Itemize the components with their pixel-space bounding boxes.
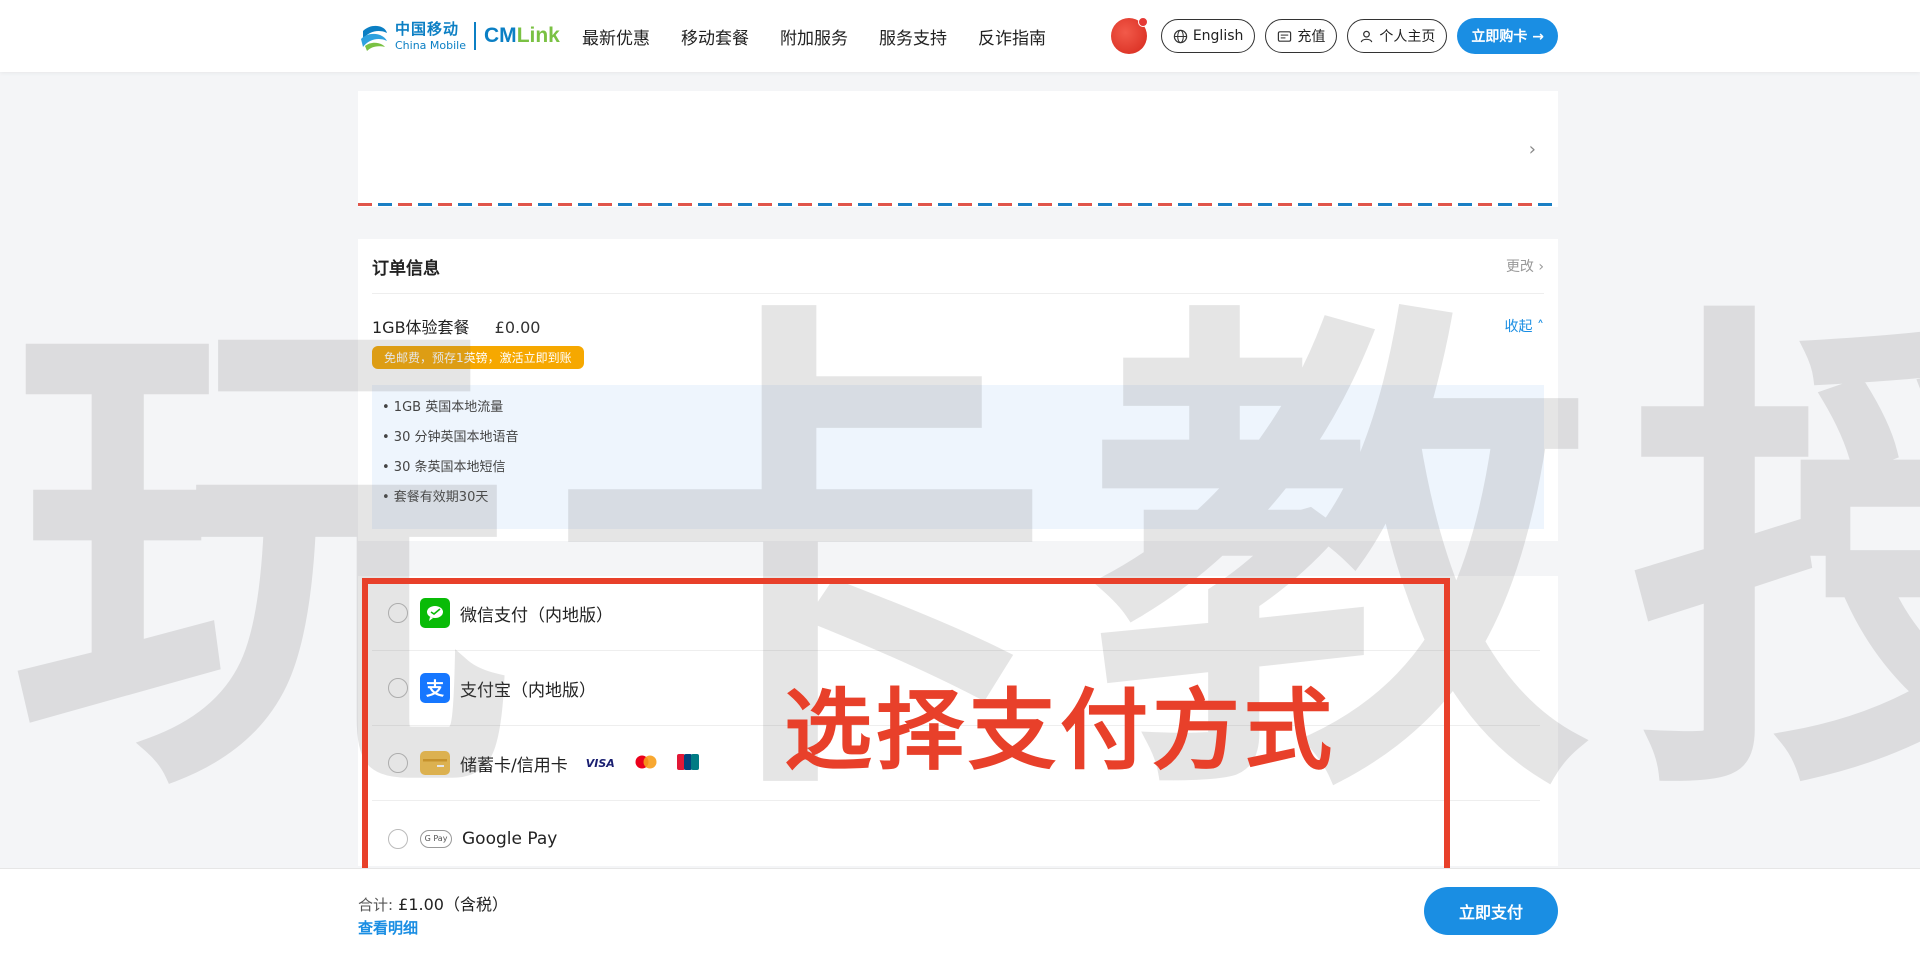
change-order-link[interactable]: 更改 › [1506,256,1544,276]
plan-name: 1GB体验套餐 [372,318,470,337]
chevron-up-icon: ˄ [1537,319,1544,335]
checkout-footer: 合计: £1.00（含税） 查看明细 立即支付 [0,868,1920,953]
order-title: 订单信息 [372,258,440,279]
language-label: English [1192,28,1244,44]
account-label: 个人主页 [1379,29,1436,45]
view-details-link[interactable]: 查看明细 [358,917,418,938]
pay-now-button[interactable]: 立即支付 [1424,887,1558,935]
plan-features: • 1GB 英国本地流量 • 30 分钟英国本地语音 • 30 条英国本地短信 … [372,385,1544,529]
site-header: 中国移动 China Mobile CMLink 最新优惠 移动套餐 附加服务 … [0,0,1920,72]
notification-icon[interactable] [1110,17,1148,54]
main-nav: 最新优惠 移动套餐 附加服务 服务支持 反诈指南 [582,24,1077,49]
promo-badge: 免邮费，预存1英镑，激活立即到账 [372,346,584,369]
order-header: 订单信息 更改 › [372,239,1544,294]
logo-divider [474,22,477,50]
logo-en-text: China Mobile [395,38,467,52]
address-panel[interactable]: › [358,91,1558,207]
china-mobile-logo[interactable]: 中国移动 China Mobile CMLink [357,18,560,54]
header-actions: English 充值 个人主页 立即购卡 → [1110,17,1558,54]
cmlink-cm: CM [484,24,517,47]
nav-item-antifraud[interactable]: 反诈指南 [978,24,1046,49]
chevron-right-icon: › [1538,259,1544,275]
nav-item-plans[interactable]: 移动套餐 [681,24,749,49]
collapse-toggle[interactable]: 收起 ˄ [1505,316,1544,336]
user-icon [1361,30,1373,42]
plan-price: £0.00 [494,318,541,337]
account-button[interactable]: 个人主页 [1347,19,1448,53]
order-total: 合计: £1.00（含税） [358,891,508,915]
total-label: 合计: [358,896,394,914]
recharge-button[interactable]: 充值 [1265,19,1338,53]
airmail-border [358,203,1558,206]
feature-item: • 30 分钟英国本地语音 [382,430,519,445]
buy-sim-button[interactable]: 立即购卡 → [1457,18,1558,54]
plan-row: 1GB体验套餐 £0.00 收起 ˄ [372,314,1544,338]
collapse-label: 收起 [1504,319,1533,335]
change-label: 更改 [1505,259,1534,275]
feature-item: • 30 条英国本地短信 [382,460,506,475]
chevron-right-icon: › [1528,139,1536,160]
feature-item: • 1GB 英国本地流量 [382,400,504,415]
annotation-label: 选择支付方式 [784,679,1337,782]
globe-icon [1173,29,1188,43]
cmlink-link: Link [516,24,560,47]
cmlink-logo: CMLink [484,24,560,48]
recharge-label: 充值 [1297,29,1326,45]
feature-item: • 套餐有效期30天 [382,490,489,505]
order-info-panel: 订单信息 更改 › 1GB体验套餐 £0.00 收起 ˄ 免邮费，预存1英镑，激… [358,239,1558,541]
nav-item-support[interactable]: 服务支持 [879,24,947,49]
nav-item-addons[interactable]: 附加服务 [780,24,848,49]
total-value: £1.00（含税） [398,895,508,914]
china-mobile-swirl-icon [361,25,387,51]
recharge-card-icon [1278,30,1292,42]
nav-item-offers[interactable]: 最新优惠 [582,24,650,49]
language-button[interactable]: English [1160,19,1256,53]
logo-cn-text: 中国移动 [395,19,460,38]
